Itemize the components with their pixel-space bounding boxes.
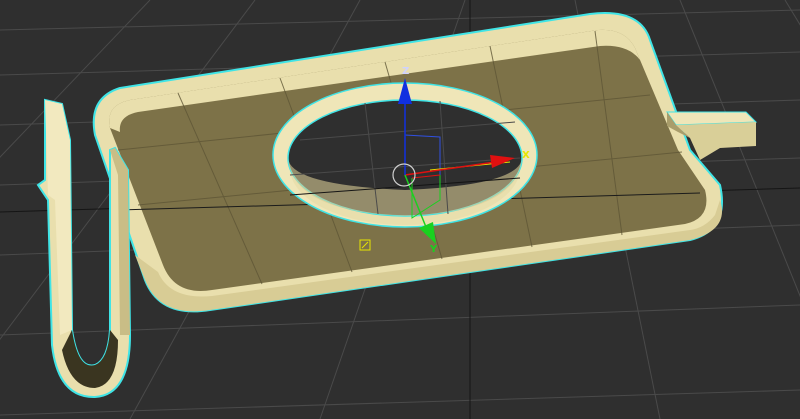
- z-axis-label: Z: [402, 66, 409, 77]
- y-axis-label: Y: [429, 244, 438, 255]
- x-axis-label: X: [522, 150, 530, 161]
- 3d-viewport[interactable]: X Z Y: [0, 0, 800, 419]
